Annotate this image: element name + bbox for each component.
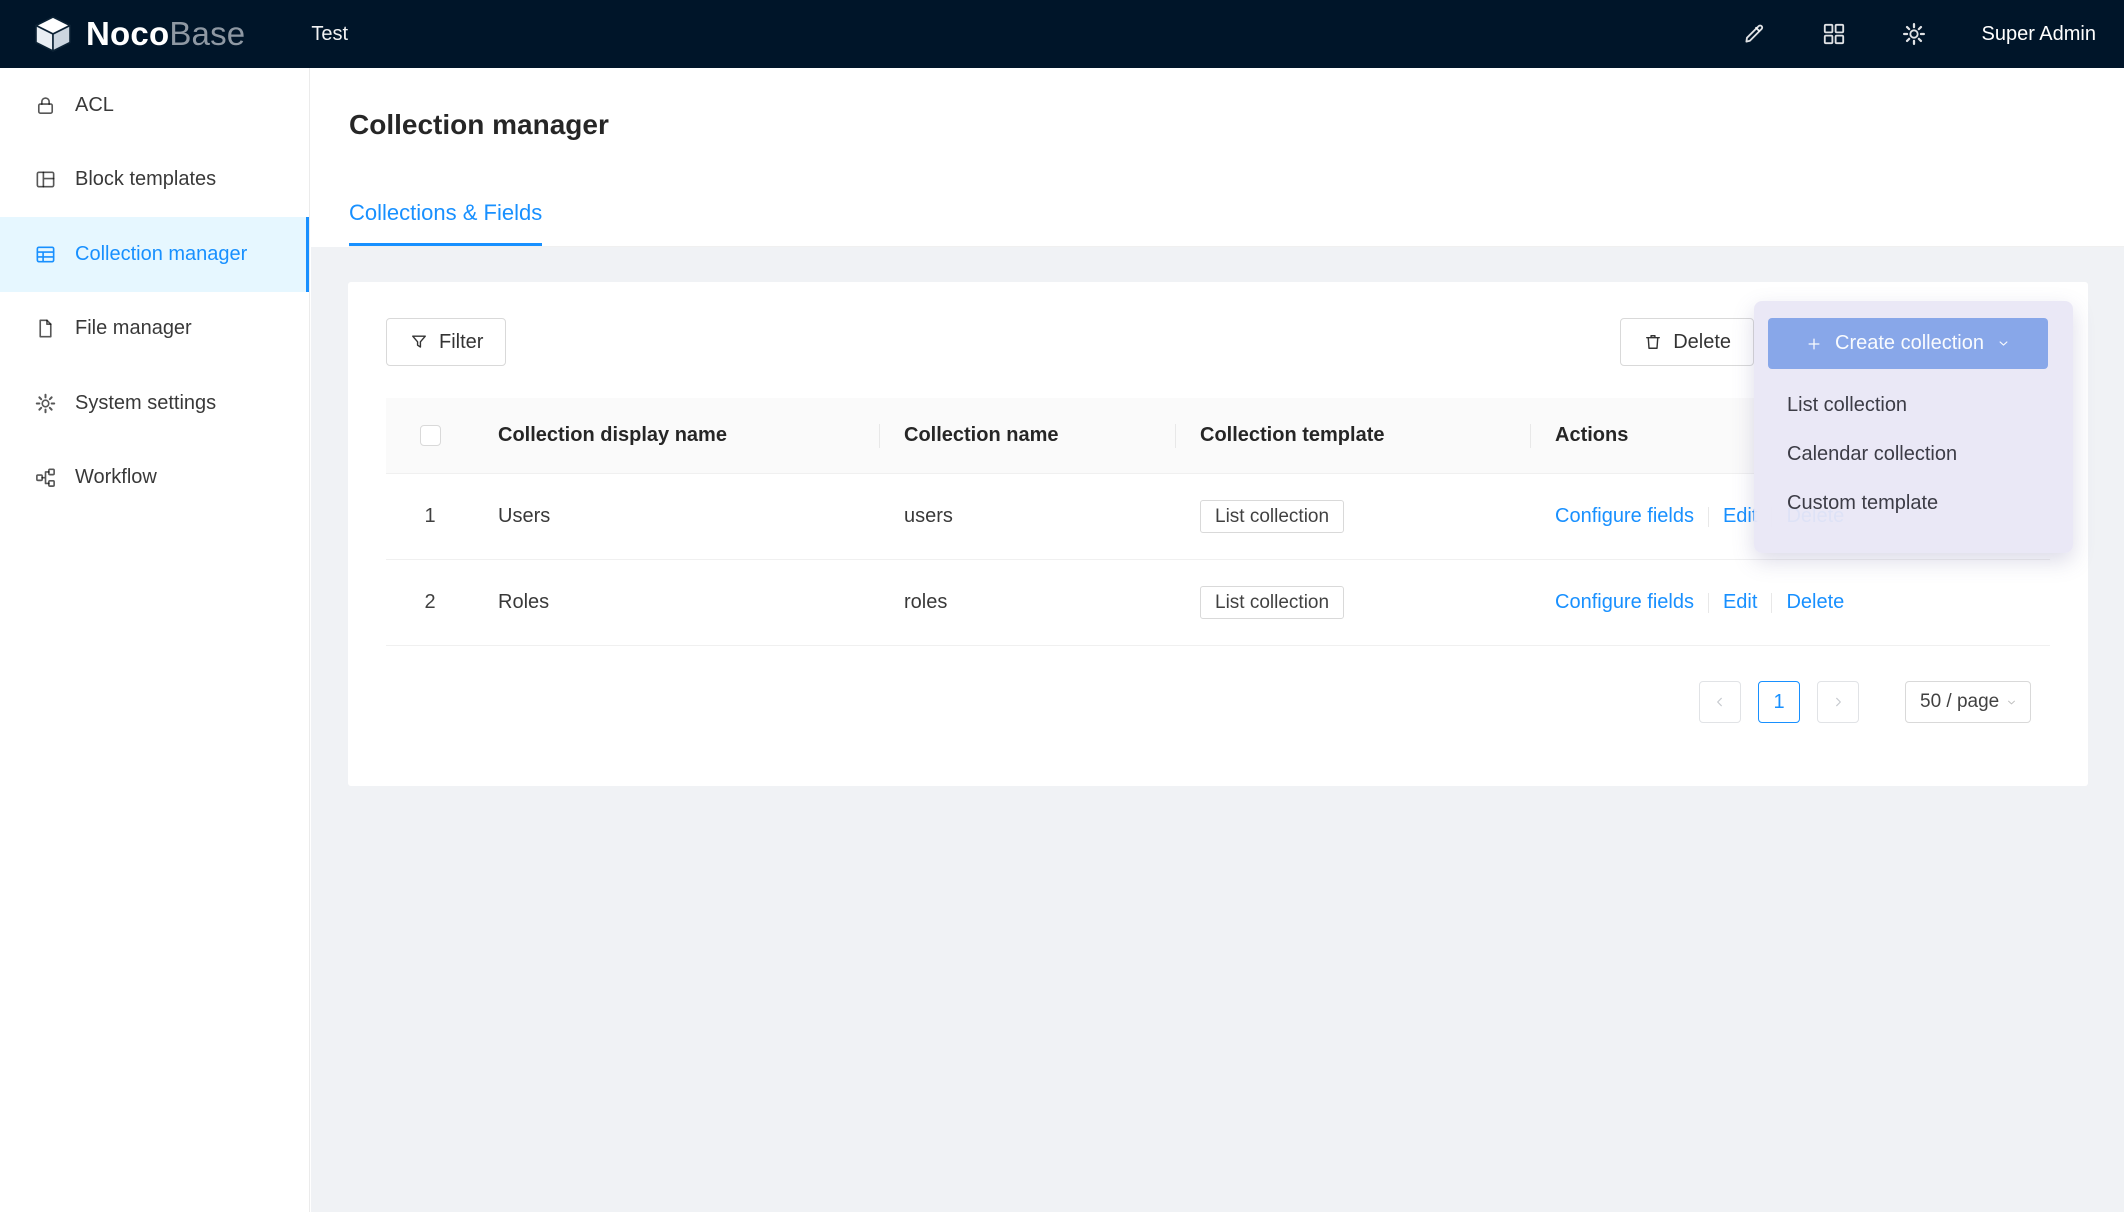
tab-collections-fields[interactable]: Collections & Fields [349,200,542,246]
cell-actions: Configure fields Edit Delete [1531,591,2050,614]
cell-collection-name: roles [880,591,1176,614]
action-divider [1708,507,1709,527]
chevron-down-icon [2005,696,2018,709]
next-page-button[interactable] [1817,681,1859,723]
trash-icon [1643,332,1663,352]
create-collection-button[interactable]: Create collection [1768,318,2048,369]
table-row-roles: 2 Roles roles List collection Configure … [386,560,2050,646]
brand-light: Base [169,15,245,52]
cell-display-name: Users [474,505,880,528]
sidebar-item-label: Block templates [75,168,216,191]
chevron-left-icon [1712,694,1728,710]
ui-editor-highlighter-icon[interactable] [1741,21,1767,47]
page-size-value: 50 / page [1920,691,1999,713]
pagination: 1 50 / page [386,681,2050,723]
col-header-template: Collection template [1176,424,1531,447]
tab-bar: Collections & Fields [349,186,2124,247]
sidebar-item-block-templates[interactable]: Block templates [0,143,309,218]
sidebar-item-label: File manager [75,317,192,340]
settings-gear-icon[interactable] [1901,21,1927,47]
plugins-grid-icon[interactable] [1821,21,1847,47]
create-collection-label: Create collection [1835,332,1984,355]
create-collection-dropdown: Create collection List collection Calend… [1754,301,2073,553]
filter-icon [409,332,429,352]
nocobase-logo[interactable]: NocoBase [32,15,245,53]
prev-page-button[interactable] [1699,681,1741,723]
edit-link[interactable]: Edit [1723,505,1757,528]
filter-button-label: Filter [439,331,483,354]
sidebar: ACL Block templates Collection manager F… [0,68,310,1212]
top-navbar: NocoBase Test Super Admin [0,0,2124,68]
brand-name: NocoBase [86,15,245,53]
page-title: Collection manager [349,68,2124,142]
delete-link[interactable]: Delete [1786,591,1844,614]
create-collection-menu: List collection Calendar collection Cust… [1754,381,2073,528]
menu-item-list-collection[interactable]: List collection [1754,381,2073,430]
cell-collection-name: users [880,505,1176,528]
delete-button[interactable]: Delete [1620,318,1754,366]
navbar-right-group: Super Admin [1741,21,2124,47]
page-1-button[interactable]: 1 [1758,681,1800,723]
menu-item-custom-template[interactable]: Custom template [1754,479,2073,528]
sidebar-item-label: Collection manager [75,243,247,266]
menu-item-calendar-collection[interactable]: Calendar collection [1754,430,2073,479]
action-divider [1708,593,1709,613]
file-icon [34,317,57,340]
filter-button[interactable]: Filter [386,318,506,366]
sidebar-item-collection-manager[interactable]: Collection manager [0,217,309,292]
action-divider [1771,593,1772,613]
sidebar-item-label: Workflow [75,466,157,489]
configure-fields-link[interactable]: Configure fields [1555,505,1694,528]
sidebar-item-file-manager[interactable]: File manager [0,292,309,367]
logo-cube-icon [32,16,74,52]
current-user-menu[interactable]: Super Admin [1981,23,2096,46]
configure-fields-link[interactable]: Configure fields [1555,591,1694,614]
plus-icon [1805,335,1823,353]
sidebar-item-system-settings[interactable]: System settings [0,366,309,441]
cell-display-name: Roles [474,591,880,614]
sidebar-item-workflow[interactable]: Workflow [0,441,309,516]
gear-icon [34,392,57,415]
top-menu: Test [301,0,358,68]
delete-button-label: Delete [1673,331,1731,354]
main-content: Collection manager Collections & Fields … [311,68,2124,1212]
chevron-right-icon [1830,694,1846,710]
select-all-checkbox[interactable] [420,425,441,446]
edit-link[interactable]: Edit [1723,591,1757,614]
sidebar-item-label: System settings [75,392,216,415]
workflow-icon [34,466,57,489]
col-header-collection-name: Collection name [880,424,1176,447]
template-tag: List collection [1200,586,1344,619]
row-index: 2 [386,591,474,614]
brand-bold: Noco [86,15,169,52]
col-header-display-name: Collection display name [474,424,880,447]
sidebar-item-acl[interactable]: ACL [0,68,309,143]
layout-icon [34,168,57,191]
nav-item-test[interactable]: Test [301,0,358,68]
chevron-down-icon [1996,336,2011,351]
page-size-select[interactable]: 50 / page [1905,681,2031,723]
page-header: Collection manager Collections & Fields [311,68,2124,247]
table-icon [34,243,57,266]
sidebar-item-label: ACL [75,94,114,117]
lock-icon [34,94,57,117]
row-index: 1 [386,505,474,528]
template-tag: List collection [1200,500,1344,533]
